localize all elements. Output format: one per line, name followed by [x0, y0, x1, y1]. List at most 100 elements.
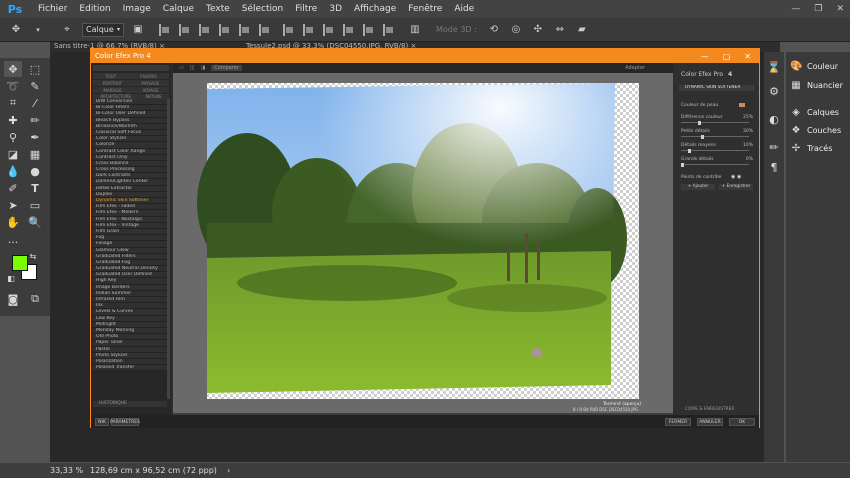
blur-tool-icon[interactable]: 💧 [4, 163, 22, 179]
gradient-tool-icon[interactable]: ▦ [26, 146, 44, 162]
panel-nuancier[interactable]: ▦ Nuancier [790, 78, 843, 92]
brush-settings-icon[interactable]: ✏ [767, 140, 781, 154]
dodge-tool-icon[interactable]: ● [26, 163, 44, 179]
close-button[interactable]: FERMER [665, 418, 691, 426]
panel-couleur[interactable]: 🎨 Couleur [790, 59, 838, 73]
move-tool-icon[interactable]: ✥ [4, 61, 22, 77]
scale-3d-icon[interactable]: ▰ [574, 22, 590, 38]
close-icon[interactable]: ✕ [836, 4, 844, 14]
marquee-tool-icon[interactable]: ⬚ [26, 61, 44, 77]
zoom-select[interactable]: Adapter [625, 65, 645, 71]
distribute-hcenter-icon[interactable] [363, 23, 375, 36]
filter-tab-tout[interactable]: TOUT [105, 74, 116, 79]
filter-tab-favoris[interactable]: FAVORIS [140, 74, 157, 79]
color-distance-slider[interactable] [681, 120, 749, 125]
menu-selection[interactable]: Sélection [236, 4, 289, 14]
save-preset-button[interactable]: + Enregistrer [719, 184, 753, 190]
transform-controls-icon[interactable]: ▣ [130, 22, 146, 38]
history-icon[interactable]: ⌛ [767, 60, 781, 74]
distribute-top-icon[interactable] [283, 23, 295, 36]
filter-list-item[interactable]: Polaroid Transfer [93, 365, 167, 372]
medium-details-slider[interactable] [681, 148, 749, 153]
color-efex-titlebar[interactable]: Color Efex Pro 4 — ▢ ✕ [91, 49, 759, 63]
filter-tab-portrait[interactable]: PORTRAIT [103, 81, 122, 86]
roll-3d-icon[interactable]: ◎ [508, 22, 524, 38]
side-by-side-icon[interactable]: ◨ [200, 65, 205, 71]
chevron-right-icon[interactable]: › [227, 466, 230, 475]
foreground-color-swatch[interactable] [12, 255, 28, 271]
align-bottom-icon[interactable] [199, 23, 211, 36]
align-hcenter-icon[interactable] [239, 23, 251, 36]
menu-affichage[interactable]: Affichage [348, 4, 402, 14]
zoom-tool-icon[interactable]: 🔍 [26, 214, 44, 230]
menu-aide[interactable]: Aide [448, 4, 480, 14]
compare-button[interactable]: Comparer [211, 65, 242, 71]
menu-image[interactable]: Image [117, 4, 157, 14]
eyedropper-tool-icon[interactable]: ⁄ [26, 95, 44, 111]
copy-save-section[interactable]: COPIE & ENREGISTRER [679, 407, 755, 413]
filter-header[interactable]: DYNAMIC SKIN SOFTENER [679, 85, 755, 91]
type-tool-icon[interactable]: T [26, 180, 44, 196]
swap-colors-icon[interactable]: ⇆ [28, 251, 38, 261]
nik-button[interactable]: NIK [95, 418, 109, 426]
lasso-tool-icon[interactable]: ➰ [4, 78, 22, 94]
align-top-icon[interactable] [159, 23, 171, 36]
default-colors-icon[interactable]: ◧ [6, 273, 16, 283]
single-view-icon[interactable]: ▭ [179, 65, 184, 71]
history-section[interactable]: HISTORIQUE [93, 401, 167, 407]
menu-edition[interactable]: Edition [73, 4, 116, 14]
control-point-toggle-icon[interactable]: ◉ ◉ [731, 174, 741, 180]
layer-select[interactable]: Calque ▾ [82, 22, 124, 37]
minimize-icon[interactable]: — [701, 52, 709, 61]
close-icon[interactable]: ✕ [744, 52, 751, 61]
rotate-3d-icon[interactable]: ⟲ [486, 22, 502, 38]
skin-color-swatch[interactable] [739, 103, 745, 107]
eraser-tool-icon[interactable]: ◪ [4, 146, 22, 162]
image-canvas[interactable]: Terminé (aperçu) 8 / 8 Bit RVB DSC DSC04… [173, 73, 673, 413]
clone-stamp-tool-icon[interactable]: ⚲ [4, 129, 22, 145]
pen-tool-icon[interactable]: ✐ [4, 180, 22, 196]
panel-traces[interactable]: ✢ Tracés [790, 141, 833, 155]
filter-tab-voyage[interactable]: VOYAGE [143, 88, 159, 93]
menu-texte[interactable]: Texte [200, 4, 236, 14]
menu-calque[interactable]: Calque [157, 4, 200, 14]
history-brush-tool-icon[interactable]: ✒ [26, 129, 44, 145]
menu-filtre[interactable]: Filtre [289, 4, 323, 14]
brush-tool-icon[interactable]: ✏ [26, 112, 44, 128]
minimize-icon[interactable]: — [791, 4, 800, 14]
character-icon[interactable]: ¶ [767, 160, 781, 174]
menu-3d[interactable]: 3D [323, 4, 348, 14]
cancel-button[interactable]: ANNULER [697, 418, 723, 426]
auto-align-icon[interactable]: ▥ [407, 22, 423, 38]
distribute-right-icon[interactable] [383, 23, 395, 36]
maximize-icon[interactable]: ▢ [723, 52, 731, 61]
hand-tool-icon[interactable]: ✋ [4, 214, 22, 230]
chevron-down-icon[interactable]: ▾ [30, 22, 46, 38]
filter-tab-mariage[interactable]: MARIAGE [103, 88, 121, 93]
small-details-slider[interactable] [681, 134, 749, 139]
menu-fenetre[interactable]: Fenêtre [402, 4, 448, 14]
quick-mask-icon[interactable]: ◙ [4, 291, 22, 307]
large-details-slider[interactable] [681, 162, 749, 167]
properties-icon[interactable]: ⚙ [767, 84, 781, 98]
screen-mode-icon[interactable]: ⧉ [26, 291, 44, 307]
align-left-icon[interactable] [219, 23, 231, 36]
crop-tool-icon[interactable]: ⌗ [4, 95, 22, 111]
panel-calques[interactable]: ◈ Calques [790, 105, 839, 119]
drag-3d-icon[interactable]: ✣ [530, 22, 546, 38]
move-tool-icon[interactable]: ✥ [8, 22, 24, 38]
maximize-icon[interactable]: ❐ [814, 4, 822, 14]
zoom-level[interactable]: 33,33 % [50, 466, 84, 475]
quick-select-tool-icon[interactable]: ✎ [26, 78, 44, 94]
parameters-button[interactable]: PARAMETRES [110, 418, 140, 426]
filter-list-scrollbar[interactable] [167, 99, 170, 399]
path-select-tool-icon[interactable]: ➤ [4, 197, 22, 213]
filter-tab-paysage[interactable]: PAYSAGE [141, 81, 159, 86]
more-tools-icon[interactable]: ··· [4, 234, 22, 250]
align-right-icon[interactable] [259, 23, 271, 36]
distribute-left-icon[interactable] [343, 23, 355, 36]
rectangle-tool-icon[interactable]: ▭ [26, 197, 44, 213]
distribute-vcenter-icon[interactable] [303, 23, 315, 36]
add-control-point-button[interactable]: + Ajouter [681, 184, 715, 190]
distribute-bottom-icon[interactable] [323, 23, 335, 36]
